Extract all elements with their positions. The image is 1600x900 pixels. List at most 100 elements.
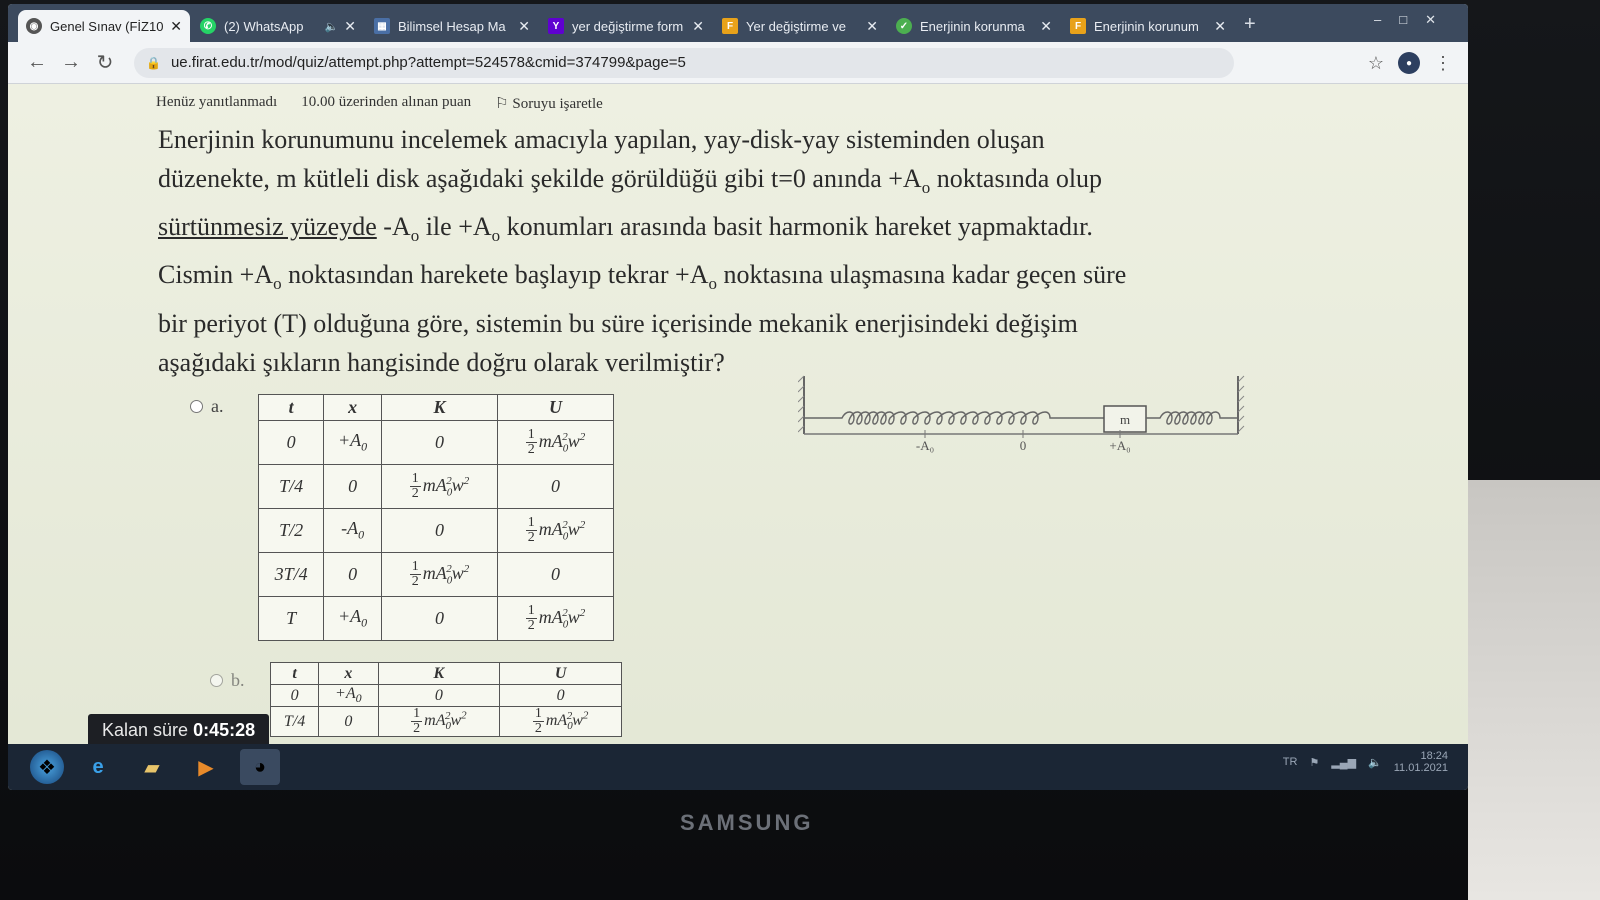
cell-time-text: 0: [286, 432, 296, 452]
desk-background: [1468, 480, 1600, 900]
back-icon[interactable]: ←: [20, 51, 54, 74]
question-line-2b: noktasında olup: [930, 164, 1103, 193]
close-icon[interactable]: ✕: [692, 18, 704, 35]
question-line-3d: konumları arasında basit harmonik hareke…: [500, 212, 1093, 242]
fraction-denominator: 2: [527, 530, 535, 545]
tab-enerjinin-korunma[interactable]: ✓ Enerjinin korunma ✕: [888, 10, 1060, 42]
table-row: 0 +A0 0 0: [269, 683, 622, 708]
cell-kinetic-text: 0: [434, 686, 443, 704]
chrome-icon[interactable]: ◕: [240, 749, 280, 785]
column-header-k: K: [380, 394, 498, 421]
cell-kinetic-text: 0: [434, 520, 444, 540]
tab-enerjinin-korunum[interactable]: F Enerjinin korunum ✕: [1062, 10, 1234, 42]
cell-position: +A0: [318, 683, 379, 708]
cell-time-text: 3T/4: [274, 564, 308, 584]
close-icon[interactable]: ✕: [1214, 18, 1226, 35]
question-line-4b: noktasından harekete başlayıp tekrar +A: [281, 260, 709, 290]
amplitude-subscript: 0: [358, 527, 365, 542]
question-status: Henüz yanıtlanmadı: [156, 94, 278, 110]
energy-omega-power: 2: [582, 710, 589, 723]
cell-time: 3T/4: [257, 552, 325, 597]
tab-whatsapp[interactable]: ✆ (2) WhatsApp 🔈 ✕: [192, 10, 364, 42]
option-b-table: t x K U 0 +A0 0 0 T/4 0 1 2 mA02w2 1 2 mA02w2: [269, 662, 622, 738]
cell-kinetic-text: 0: [434, 432, 444, 452]
cell-potential-text: 0: [556, 686, 565, 704]
cell-time: T: [257, 596, 325, 641]
forward-icon[interactable]: →: [54, 51, 88, 74]
flag-label: Soruyu işaretle: [512, 96, 603, 112]
cell-time-text: 0: [290, 686, 299, 704]
fraction-denominator: 2: [527, 618, 535, 633]
cell-time: T/4: [257, 464, 325, 509]
cell-potential: 1 2 mA02w2: [499, 706, 622, 738]
option-b[interactable]: b.: [210, 670, 245, 691]
browser-toolbar: ← → ↻ 🔒 ue.firat.edu.tr/mod/quiz/attempt…: [8, 42, 1468, 84]
close-icon[interactable]: ✕: [344, 18, 356, 35]
fraction-denominator: 2: [527, 442, 535, 457]
close-icon[interactable]: ✕: [518, 18, 530, 35]
tab-bilimsel-hesap[interactable]: ▦ Bilimsel Hesap Ma ✕: [366, 10, 538, 42]
close-icon[interactable]: ✕: [866, 18, 878, 35]
language-indicator[interactable]: TR: [1283, 756, 1298, 768]
question-line-4a: Cismin +A: [158, 260, 274, 290]
question-line-3a: sürtünmesiz yüzeyde: [158, 212, 377, 242]
speaker-icon[interactable]: 🔈: [325, 20, 339, 33]
question-line: Cismin +Ao noktasından harekete başlayıp…: [158, 255, 1298, 303]
new-tab-icon[interactable]: +: [1244, 13, 1256, 36]
fraction-numerator: 1: [409, 559, 421, 575]
internet-explorer-icon[interactable]: e: [78, 749, 118, 785]
cell-time-text: T: [286, 608, 297, 628]
cell-potential: 1 2 mA02w2: [496, 420, 615, 465]
calculator-icon: ▦: [374, 18, 390, 34]
tab-strip: ◉ Genel Sınav (FİZ10 ✕ ✆ (2) WhatsApp 🔈 …: [8, 4, 1468, 42]
column-header-x: x: [318, 662, 379, 685]
menu-icon[interactable]: ⋮: [1434, 53, 1452, 74]
tab-yer-degistirme-form[interactable]: Y yer değiştirme form ✕: [540, 10, 712, 42]
option-a[interactable]: a.: [190, 396, 224, 417]
start-orb-icon[interactable]: ❖: [30, 750, 64, 784]
star-icon[interactable]: ☆: [1368, 53, 1384, 74]
profile-avatar[interactable]: ●: [1398, 52, 1420, 74]
folder-icon[interactable]: ▰: [132, 749, 172, 785]
table-row: T/4 0 1 2 mA02w2 0: [257, 464, 615, 509]
lock-icon[interactable]: 🔒: [146, 56, 161, 70]
energy-mass-amplitude: mA: [422, 474, 447, 495]
window-controls[interactable]: –□✕: [1374, 12, 1454, 28]
fraction: 12: [525, 428, 537, 457]
right-spring: [1146, 411, 1238, 425]
energy-mass-amplitude: mA: [538, 430, 563, 451]
media-player-icon[interactable]: ▶: [186, 749, 226, 785]
fraction: 12: [525, 603, 537, 633]
volume-icon[interactable]: 🔈: [1368, 756, 1382, 769]
flag-question-link[interactable]: ⚐ Soruyu işaretle: [495, 94, 603, 113]
tab-title: Enerjinin korunum: [1094, 18, 1199, 34]
fraction-numerator: 1: [525, 603, 537, 619]
cell-position: +A0: [323, 596, 382, 641]
option-b-label: b.: [231, 670, 245, 690]
option-a-radio[interactable]: [190, 400, 203, 413]
table-header-row: txKU: [257, 394, 615, 421]
fraction: 12: [532, 707, 544, 736]
network-icon[interactable]: ▂▄▆: [1331, 756, 1356, 769]
question-line: sürtünmesiz yüzeyde -Ao ile +Ao konumlar…: [158, 207, 1298, 255]
cell-position: 0: [323, 464, 382, 509]
cell-position-text: +A: [335, 685, 356, 702]
tab-yer-degistirme-ve[interactable]: F Yer değiştirme ve ✕: [714, 10, 886, 42]
zero-label: 0: [1020, 438, 1027, 453]
cell-time-text: T/4: [283, 712, 306, 730]
energy-omega: w: [451, 562, 464, 583]
clock[interactable]: 18:24 11.01.2021: [1394, 750, 1448, 774]
cell-time: 0: [257, 420, 325, 465]
reload-icon[interactable]: ↻: [88, 50, 122, 75]
close-icon[interactable]: ✕: [170, 18, 182, 35]
flag-tray-icon[interactable]: ⚑: [1309, 756, 1319, 769]
tab-title: Yer değiştirme ve: [746, 18, 846, 34]
tab-genel-sinav[interactable]: ◉ Genel Sınav (FİZ10 ✕: [18, 10, 190, 42]
cell-potential: 0: [499, 683, 622, 708]
option-b-radio[interactable]: [210, 674, 223, 687]
address-bar[interactable]: 🔒 ue.firat.edu.tr/mod/quiz/attempt.php?a…: [134, 47, 1234, 78]
document-icon: F: [1070, 18, 1086, 34]
close-icon[interactable]: ✕: [1040, 18, 1052, 35]
subscript: o: [491, 226, 501, 246]
cell-position-text: 0: [348, 564, 358, 584]
